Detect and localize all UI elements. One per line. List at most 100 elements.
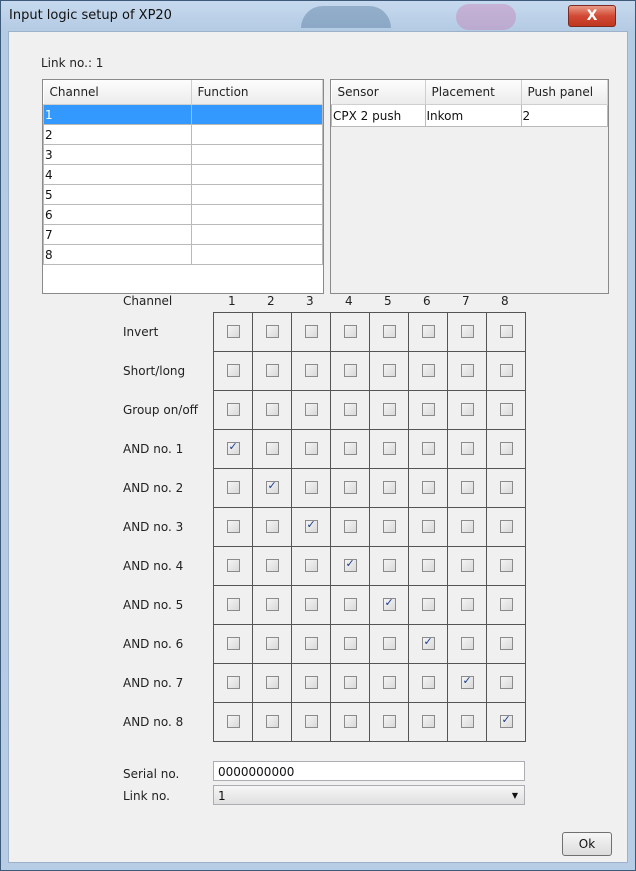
matrix-checkbox[interactable] [382, 636, 396, 650]
title-bar[interactable]: Input logic setup of XP20 X [1, 1, 635, 31]
matrix-checkbox[interactable] [460, 674, 474, 689]
matrix-checkbox[interactable] [421, 558, 435, 572]
matrix-checkbox[interactable] [343, 557, 357, 572]
chevron-down-icon[interactable]: ▼ [512, 786, 518, 806]
matrix-checkbox[interactable] [421, 635, 435, 650]
matrix-checkbox[interactable] [421, 714, 435, 728]
matrix-checkbox[interactable] [265, 402, 279, 416]
matrix-checkbox[interactable] [343, 441, 357, 455]
matrix-checkbox[interactable] [343, 636, 357, 650]
matrix-checkbox[interactable] [499, 363, 513, 377]
matrix-checkbox[interactable] [382, 675, 396, 689]
matrix-checkbox[interactable] [499, 324, 513, 338]
matrix-checkbox[interactable] [265, 363, 279, 377]
matrix-checkbox[interactable] [265, 558, 279, 572]
matrix-checkbox[interactable] [265, 441, 279, 455]
matrix-checkbox[interactable] [304, 324, 318, 338]
matrix-checkbox[interactable] [265, 479, 279, 494]
table-row[interactable]: 1 [43, 104, 323, 125]
matrix-checkbox[interactable] [226, 558, 240, 572]
function-cell[interactable] [190, 224, 323, 245]
matrix-checkbox[interactable] [421, 402, 435, 416]
matrix-checkbox[interactable] [421, 363, 435, 377]
matrix-checkbox[interactable] [304, 363, 318, 377]
matrix-checkbox[interactable] [265, 597, 279, 611]
table-row[interactable]: 4 [43, 164, 323, 185]
matrix-checkbox[interactable] [421, 480, 435, 494]
matrix-checkbox[interactable] [304, 558, 318, 572]
function-cell[interactable] [190, 144, 323, 165]
matrix-checkbox[interactable] [226, 440, 240, 455]
matrix-checkbox[interactable] [460, 714, 474, 728]
serial-number-field[interactable]: 0000000000 [213, 761, 525, 781]
matrix-checkbox[interactable] [265, 324, 279, 338]
function-cell[interactable] [190, 184, 323, 205]
table-row[interactable]: CPX 2 push Inkom 2 [331, 104, 608, 127]
table-row[interactable]: 7 [43, 224, 323, 245]
matrix-checkbox[interactable] [421, 519, 435, 533]
matrix-checkbox[interactable] [265, 714, 279, 728]
matrix-checkbox[interactable] [343, 480, 357, 494]
column-header-function[interactable]: Function [191, 80, 323, 105]
table-row[interactable]: 8 [43, 244, 323, 265]
column-header-channel[interactable]: Channel [43, 80, 192, 105]
matrix-checkbox[interactable] [343, 402, 357, 416]
matrix-checkbox[interactable] [265, 519, 279, 533]
table-row[interactable]: 6 [43, 204, 323, 225]
matrix-checkbox[interactable] [499, 558, 513, 572]
matrix-checkbox[interactable] [421, 675, 435, 689]
matrix-checkbox[interactable] [343, 675, 357, 689]
matrix-checkbox[interactable] [382, 714, 396, 728]
matrix-checkbox[interactable] [382, 596, 396, 611]
matrix-checkbox[interactable] [499, 402, 513, 416]
matrix-checkbox[interactable] [499, 441, 513, 455]
matrix-checkbox[interactable] [343, 363, 357, 377]
matrix-checkbox[interactable] [304, 714, 318, 728]
matrix-checkbox[interactable] [343, 519, 357, 533]
placement-cell[interactable]: Inkom [424, 104, 522, 127]
matrix-checkbox[interactable] [382, 558, 396, 572]
channel-cell[interactable]: 8 [43, 244, 192, 265]
matrix-checkbox[interactable] [304, 441, 318, 455]
matrix-checkbox[interactable] [265, 636, 279, 650]
matrix-checkbox[interactable] [304, 402, 318, 416]
table-row[interactable]: 5 [43, 184, 323, 205]
matrix-checkbox[interactable] [226, 675, 240, 689]
matrix-checkbox[interactable] [460, 363, 474, 377]
matrix-checkbox[interactable] [343, 714, 357, 728]
push-panel-cell[interactable]: 2 [520, 104, 608, 127]
matrix-checkbox[interactable] [460, 402, 474, 416]
sensor-cell[interactable]: CPX 2 push [331, 104, 426, 127]
channel-cell[interactable]: 7 [43, 224, 192, 245]
link-number-dropdown[interactable]: 1 ▼ [213, 785, 525, 805]
matrix-checkbox[interactable] [499, 519, 513, 533]
matrix-checkbox[interactable] [304, 675, 318, 689]
channel-cell[interactable]: 1 [43, 104, 192, 125]
matrix-checkbox[interactable] [265, 675, 279, 689]
matrix-checkbox[interactable] [499, 636, 513, 650]
matrix-checkbox[interactable] [304, 480, 318, 494]
column-header-placement[interactable]: Placement [425, 80, 522, 105]
channel-cell[interactable]: 3 [43, 144, 192, 165]
matrix-checkbox[interactable] [382, 480, 396, 494]
matrix-checkbox[interactable] [421, 324, 435, 338]
matrix-checkbox[interactable] [421, 597, 435, 611]
matrix-checkbox[interactable] [226, 480, 240, 494]
column-header-push-panel[interactable]: Push panel [521, 80, 608, 105]
matrix-checkbox[interactable] [460, 597, 474, 611]
matrix-checkbox[interactable] [499, 713, 513, 728]
matrix-checkbox[interactable] [304, 597, 318, 611]
matrix-checkbox[interactable] [382, 441, 396, 455]
table-row[interactable]: 2 [43, 124, 323, 145]
function-cell[interactable] [190, 164, 323, 185]
ok-button[interactable]: Ok [562, 832, 612, 856]
matrix-checkbox[interactable] [460, 558, 474, 572]
function-cell[interactable] [190, 244, 323, 265]
matrix-checkbox[interactable] [226, 714, 240, 728]
channel-cell[interactable]: 2 [43, 124, 192, 145]
matrix-checkbox[interactable] [304, 518, 318, 533]
matrix-checkbox[interactable] [343, 324, 357, 338]
matrix-checkbox[interactable] [499, 597, 513, 611]
table-row[interactable]: 3 [43, 144, 323, 165]
channel-cell[interactable]: 6 [43, 204, 192, 225]
